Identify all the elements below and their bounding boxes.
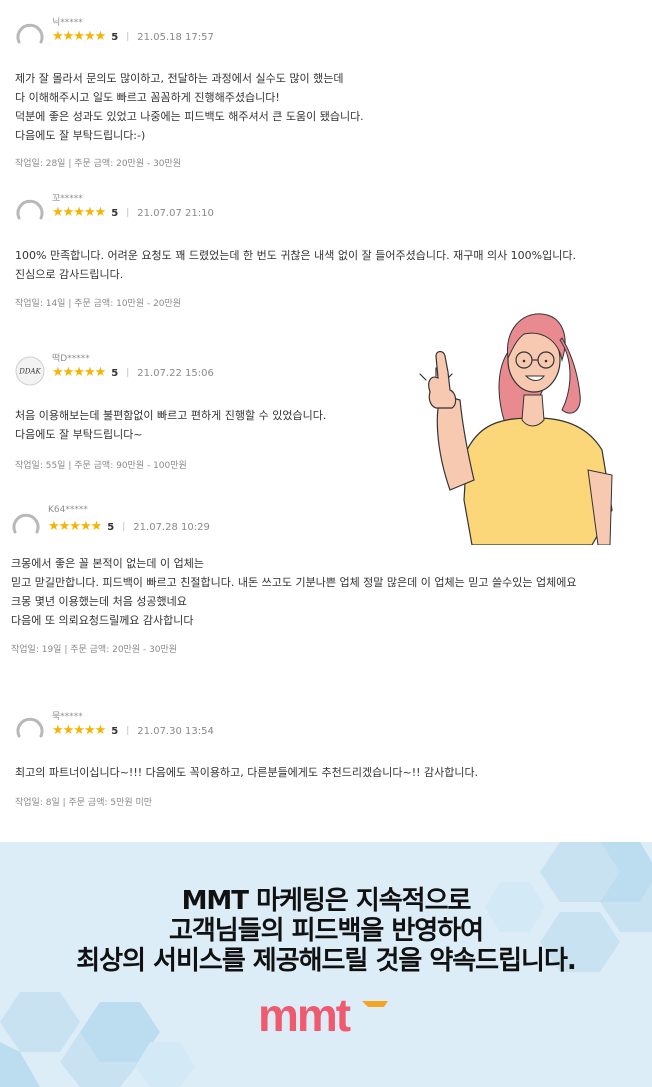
rating-score: 5 — [107, 521, 115, 533]
review-date: 21.07.07 21:10 — [137, 207, 214, 219]
review-line: 다음에도 잘 부탁드립니다:-) — [15, 129, 146, 142]
review-card: 닉***** ★★★★★ 5 | 21.05.18 17:57 제가 잘 몰라서… — [0, 18, 652, 178]
divider: | — [126, 208, 130, 218]
star-rating-icon: ★★★★★ — [52, 29, 106, 44]
review-header: DDAK 떡D***** ★★★★★ 5 | 21.07.22 15:06 — [15, 354, 415, 390]
banner-line: MMT 마케팅은 지속적으로 — [181, 886, 472, 916]
review-line: 크몽에서 좋은 꼴 본적이 없는데 이 업체는 — [11, 557, 205, 570]
star-rating-icon: ★★★★★ — [52, 723, 106, 738]
reviewer-name: K64***** — [48, 505, 88, 515]
review-line: 다 이해해주시고 일도 빠르고 꼼꼼하게 진행해주셨습니다! — [15, 91, 280, 104]
avatar-logo-text: DDAK — [18, 368, 41, 376]
rating-score: 5 — [111, 725, 119, 737]
review-order-info: 작업일: 28일 | 주문 금액: 20만원 - 30만원 — [15, 159, 182, 169]
review-line: 최고의 파트너이십니다~!!! 다음에도 꼭이용하고, 다른분들에게도 추천드리… — [15, 766, 479, 779]
avatar-icon — [15, 714, 45, 744]
review-card: K64***** ★★★★★ 5 | 21.07.28 10:29 크몽에서 좋… — [0, 505, 652, 658]
rating-score: 5 — [111, 207, 119, 219]
review-line: 믿고 맏길만합니다. 피드백이 빠르고 친절합니다. 내돈 쓰고도 기분나쁜 업… — [11, 576, 577, 589]
logo-text: mmt — [258, 997, 351, 1037]
review-line: 크몽 몇년 이용했는데 처음 성공했네요 — [11, 595, 187, 608]
star-rating-icon: ★★★★★ — [48, 519, 102, 534]
rating-score: 5 — [111, 31, 119, 43]
star-rating-icon: ★★★★★ — [52, 365, 106, 380]
review-meta: ★★★★★ 5 | 21.07.07 21:10 — [52, 206, 214, 220]
review-line: 처음 이용해보는데 불편함없이 빠르고 편하게 진행할 수 있었습니다. — [15, 409, 327, 422]
mmt-logo: mmt — [258, 997, 394, 1037]
divider: | — [126, 368, 130, 378]
review-line: 다음에도 잘 부탁드립니다~ — [15, 428, 143, 441]
review-header: 묵***** ★★★★★ 5 | 21.07.30 13:54 — [15, 712, 415, 748]
banner-line: 고객님들의 피드백을 반영하여 — [168, 916, 484, 946]
avatar-icon — [15, 20, 45, 50]
banner-headline: MMT 마케팅은 지속적으로 고객님들의 피드백을 반영하여 최상의 서비스를 … — [0, 886, 652, 976]
review-text: 제가 잘 몰라서 문의도 많이하고, 전달하는 과정에서 실수도 많이 했는데 … — [15, 69, 364, 145]
divider: | — [122, 522, 126, 532]
reviewer-name: 닉***** — [52, 18, 83, 28]
review-header: 닉***** ★★★★★ 5 | 21.05.18 17:57 — [15, 18, 415, 54]
review-line: 덕분에 좋은 성과도 있었고 나중에는 피드백도 해주셔서 큰 도움이 됐습니다… — [15, 110, 364, 123]
review-date: 21.07.30 13:54 — [137, 725, 214, 737]
review-line: 다음에 또 의뢰요청드릴께요 감사합니다 — [11, 614, 194, 627]
review-meta: ★★★★★ 5 | 21.07.30 13:54 — [52, 724, 214, 738]
review-card: 꼬***** ★★★★★ 5 | 21.07.07 21:10 100% 만족합… — [0, 194, 652, 314]
review-date: 21.07.22 15:06 — [137, 367, 214, 379]
promise-banner: MMT 마케팅은 지속적으로 고객님들의 피드백을 반영하여 최상의 서비스를 … — [0, 842, 652, 1087]
review-line: 진심으로 감사드립니다. — [15, 268, 124, 281]
review-line: 100% 만족합니다. 어려운 요청도 꽤 드렸었는데 한 번도 귀찮은 내색 … — [15, 249, 576, 262]
review-header: K64***** ★★★★★ 5 | 21.07.28 10:29 — [11, 505, 411, 544]
review-meta: ★★★★★ 5 | 21.07.22 15:06 — [52, 366, 214, 380]
banner-line: 최상의 서비스를 제공해드릴 것을 약속드립니다. — [76, 946, 577, 976]
review-meta: ★★★★★ 5 | 21.07.28 10:29 — [48, 520, 210, 534]
review-order-info: 작업일: 8일 | 주문 금액: 5만원 미만 — [15, 798, 153, 808]
review-header: 꼬***** ★★★★★ 5 | 21.07.07 21:10 — [15, 194, 415, 230]
review-text: 최고의 파트너이십니다~!!! 다음에도 꼭이용하고, 다른분들에게도 추천드리… — [15, 763, 478, 782]
review-card: 묵***** ★★★★★ 5 | 21.07.30 13:54 최고의 파트너이… — [0, 712, 652, 812]
review-card: DDAK 떡D***** ★★★★★ 5 | 21.07.22 15:06 처음… — [0, 354, 400, 474]
reviewer-name: 묵***** — [52, 712, 83, 722]
rating-score: 5 — [111, 367, 119, 379]
review-text: 처음 이용해보는데 불편함없이 빠르고 편하게 진행할 수 있었습니다. 다음에… — [15, 406, 326, 444]
review-line: 제가 잘 몰라서 문의도 많이하고, 전달하는 과정에서 실수도 많이 했는데 — [15, 72, 344, 85]
review-order-info: 작업일: 14일 | 주문 금액: 10만원 - 20만원 — [15, 299, 182, 309]
review-date: 21.07.28 10:29 — [133, 521, 210, 533]
review-meta: ★★★★★ 5 | 21.05.18 17:57 — [52, 30, 214, 44]
review-date: 21.05.18 17:57 — [137, 31, 214, 43]
review-order-info: 작업일: 19일 | 주문 금액: 20만원 - 30만원 — [11, 645, 178, 655]
divider: | — [126, 726, 130, 736]
avatar-icon: DDAK — [15, 356, 45, 386]
review-order-info: 작업일: 55일 | 주문 금액: 90만원 - 100만원 — [15, 461, 187, 471]
review-text: 100% 만족합니다. 어려운 요청도 꽤 드렸었는데 한 번도 귀찮은 내색 … — [15, 246, 576, 284]
reviewer-name: 떡D***** — [52, 354, 90, 364]
star-rating-icon: ★★★★★ — [52, 205, 106, 220]
divider: | — [126, 32, 130, 42]
logo-arrow-icon — [362, 1001, 388, 1007]
reviewer-name: 꼬***** — [52, 194, 83, 204]
avatar-icon — [15, 196, 45, 226]
avatar-icon — [11, 510, 41, 540]
review-text: 크몽에서 좋은 꼴 본적이 없는데 이 업체는 믿고 맏길만합니다. 피드백이 … — [11, 554, 576, 630]
